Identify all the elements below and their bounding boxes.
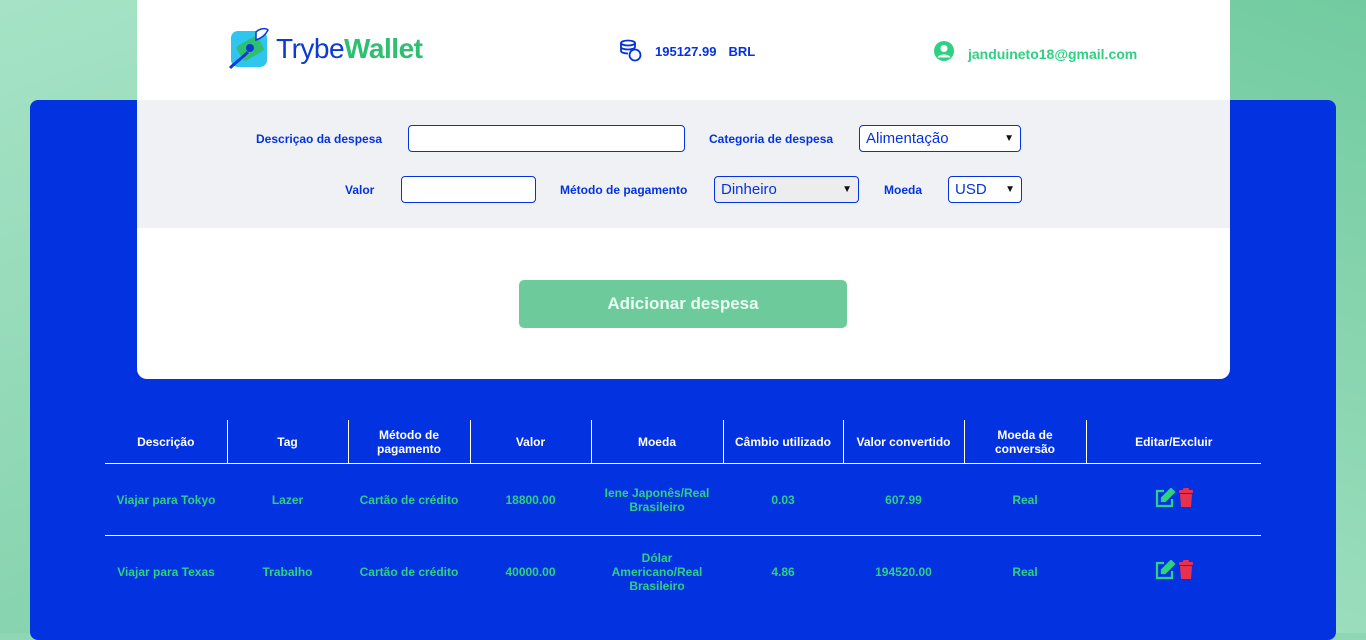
category-select[interactable]: Alimentação ▼ — [859, 125, 1021, 152]
description-input[interactable] — [408, 125, 685, 152]
cell-method: Cartão de crédito — [359, 492, 459, 507]
header-tag: Tag — [227, 420, 349, 464]
table-row: Viajar para Texas Trabalho Cartão de cré… — [105, 536, 1261, 608]
logo-text-light: Trybe — [276, 33, 345, 64]
header-conversion-currency: Moeda de conversão — [964, 420, 1087, 464]
wallet-logo-icon — [226, 26, 272, 72]
total-currency: BRL — [728, 44, 756, 59]
user-email: janduineto18@gmail.com — [968, 45, 1138, 62]
header: TrybeWallet 195127.99 BRL janduineto18@g… — [137, 0, 1230, 100]
category-select-value: Alimentação — [866, 130, 949, 147]
coins-icon — [619, 38, 643, 65]
logo: TrybeWallet — [226, 26, 423, 72]
add-expense-button[interactable]: Adicionar despesa — [519, 280, 847, 328]
chevron-down-icon: ▼ — [1005, 184, 1015, 195]
cell-method: Cartão de crédito — [359, 564, 459, 579]
cell-exchange-rate: 4.86 — [771, 564, 795, 579]
currency-select[interactable]: USD ▼ — [948, 176, 1022, 203]
method-select-value: Dinheiro — [721, 181, 777, 198]
user-circle-icon — [933, 40, 955, 67]
header-edit-delete: Editar/Excluir — [1135, 434, 1213, 449]
cell-value: 40000.00 — [505, 564, 556, 579]
trash-icon[interactable] — [1178, 488, 1194, 511]
cell-description: Viajar para Tokyo — [116, 492, 216, 507]
cell-value: 18800.00 — [505, 492, 556, 507]
currency-label: Moeda — [884, 183, 923, 197]
value-input[interactable] — [401, 176, 536, 203]
cell-actions — [1086, 536, 1261, 608]
chevron-down-icon: ▼ — [1004, 133, 1014, 144]
cell-tag: Lazer — [271, 492, 304, 507]
logo-text-bold: Wallet — [344, 33, 423, 64]
user-info: janduineto18@gmail.com — [933, 40, 1137, 67]
wallet-card: TrybeWallet 195127.99 BRL janduineto18@g… — [137, 0, 1230, 379]
expenses-table: Descrição Tag Método de pagamento Valor … — [105, 420, 1261, 607]
expense-form: Descriçao da despesa Categoria de despes… — [137, 100, 1230, 228]
header-exchange-rate: Câmbio utilizado — [723, 420, 844, 464]
header-description: Descrição — [105, 420, 228, 464]
category-label: Categoria de despesa — [709, 132, 834, 146]
total-expenses: 195127.99 BRL — [619, 38, 755, 65]
table-row: Viajar para Tokyo Lazer Cartão de crédit… — [105, 464, 1261, 536]
table-header-row: Descrição Tag Método de pagamento Valor … — [105, 420, 1261, 464]
cell-exchange-rate: 0.03 — [771, 492, 795, 507]
header-converted-value: Valor convertido — [843, 420, 965, 464]
cell-currency: Dólar Americano/Real Brasileiro — [611, 550, 703, 593]
cell-conversion-currency: Real — [1012, 492, 1038, 507]
cell-currency: Iene Japonês/Real Brasileiro — [604, 485, 710, 514]
logo-text: TrybeWallet — [276, 33, 423, 65]
header-value: Valor — [470, 420, 592, 464]
total-amount: 195127.99 — [655, 44, 717, 59]
cell-conversion-currency: Real — [1012, 564, 1038, 579]
currency-select-value: USD — [955, 181, 987, 198]
header-currency: Moeda — [591, 420, 724, 464]
trash-icon[interactable] — [1178, 560, 1194, 583]
cell-description: Viajar para Texas — [117, 564, 215, 579]
value-label: Valor — [345, 183, 375, 197]
cell-tag: Trabalho — [262, 564, 313, 579]
description-label: Descriçao da despesa — [256, 132, 383, 146]
header-method: Método de pagamento — [348, 420, 471, 464]
method-select[interactable]: Dinheiro ▼ — [714, 176, 859, 203]
edit-icon[interactable] — [1154, 487, 1176, 511]
cell-converted-value: 607.99 — [885, 492, 922, 507]
cell-converted-value: 194520.00 — [875, 564, 932, 579]
cell-actions — [1086, 464, 1261, 536]
edit-icon[interactable] — [1154, 559, 1176, 583]
method-label: Método de pagamento — [560, 183, 688, 197]
chevron-down-icon: ▼ — [842, 184, 852, 195]
